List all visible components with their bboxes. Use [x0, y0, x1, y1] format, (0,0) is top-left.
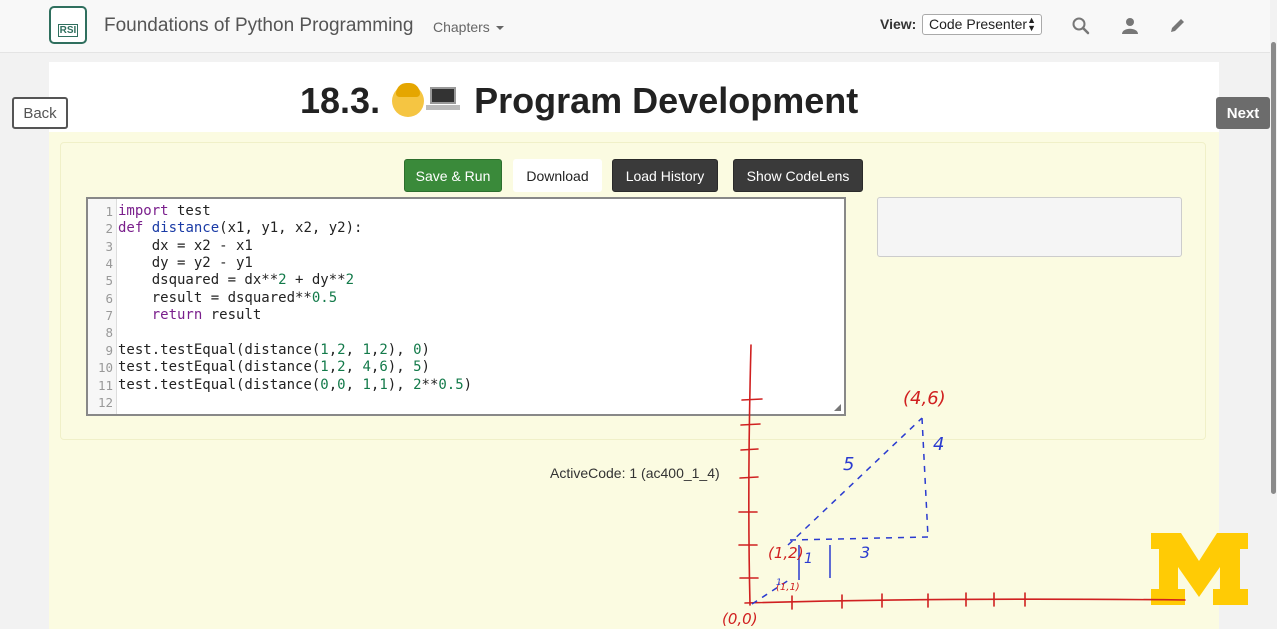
logo-text: RSI — [57, 24, 79, 37]
back-button[interactable]: Back — [12, 97, 68, 129]
chapters-menu[interactable]: Chapters — [433, 19, 504, 35]
code-text: dx = x2 - x1 — [118, 237, 253, 254]
page-title: 18.3. Program Development — [300, 80, 858, 122]
title-text: Program Development — [474, 80, 859, 121]
title-number: 18.3. — [300, 80, 381, 121]
brand-title[interactable]: Foundations of Python Programming — [104, 15, 413, 37]
show-codelens-button[interactable]: Show CodeLens — [733, 159, 863, 192]
user-icon[interactable] — [1120, 16, 1140, 36]
resize-handle[interactable] — [834, 404, 841, 411]
rsi-logo[interactable]: RSI — [49, 6, 87, 44]
code-editor[interactable]: 1 import test 2 def distance(x1, y1, x2, y2… — [86, 197, 846, 416]
line-number: 11 — [97, 377, 113, 393]
load-history-button[interactable]: Load History — [612, 159, 718, 192]
line-number: 1 — [105, 204, 113, 219]
line-number: 9 — [105, 342, 113, 358]
activecode-caption: ActiveCode: 1 (ac400_1_4) — [550, 465, 720, 481]
search-icon[interactable] — [1071, 16, 1091, 36]
line-number: 2 — [105, 221, 113, 237]
line-number: 3 — [105, 238, 113, 254]
line-number: 5 — [105, 273, 113, 289]
pencil-icon[interactable] — [1167, 16, 1187, 36]
code-text: return result — [151, 307, 262, 324]
view-select[interactable]: Code Presenter ▲ ▼ — [922, 14, 1042, 35]
select-arrows-icon: ▲ ▼ — [1027, 15, 1036, 33]
output-panel — [877, 197, 1182, 257]
code-text: result = dsquared**0.5 — [118, 289, 338, 306]
line-number: 12 — [97, 394, 113, 410]
woman-emoji-icon — [392, 83, 425, 117]
line-number: 10 — [97, 360, 113, 376]
view-label: View: — [880, 16, 917, 32]
next-button[interactable]: Next — [1216, 97, 1270, 129]
code-text: dsquared = dx**2 + dy**2 — [118, 272, 355, 289]
code-text: test.testEqual(distance(1,2, 4,6), 5) — [118, 359, 430, 376]
caret-down-icon — [495, 26, 504, 31]
code-text: test.testEqual(distance(0,0, 1,1), 2**0.… — [118, 376, 473, 393]
navbar: RSI Foundations of Python Programming Ch… — [0, 0, 1277, 53]
code-text: def distance(x1, y1, x2, y2): — [118, 220, 363, 237]
code-text: test.testEqual(distance(1,2, 1,2), 0) — [118, 341, 430, 358]
line-number: 6 — [105, 290, 113, 306]
save-run-button[interactable]: Save & Run — [404, 159, 502, 192]
code-text: dy = y2 - y1 — [118, 255, 253, 272]
line-number: 4 — [105, 256, 113, 272]
download-button[interactable]: Download — [513, 159, 602, 192]
line-number: 7 — [105, 308, 113, 324]
scrollbar-thumb[interactable] — [1271, 42, 1276, 494]
umich-logo — [1151, 533, 1248, 605]
line-number: 8 — [105, 325, 113, 341]
view-select-value: Code Presenter — [929, 16, 1028, 32]
laptop-emoji-icon — [426, 87, 461, 111]
code-text: import test — [118, 203, 211, 219]
chapters-label: Chapters — [433, 19, 490, 35]
